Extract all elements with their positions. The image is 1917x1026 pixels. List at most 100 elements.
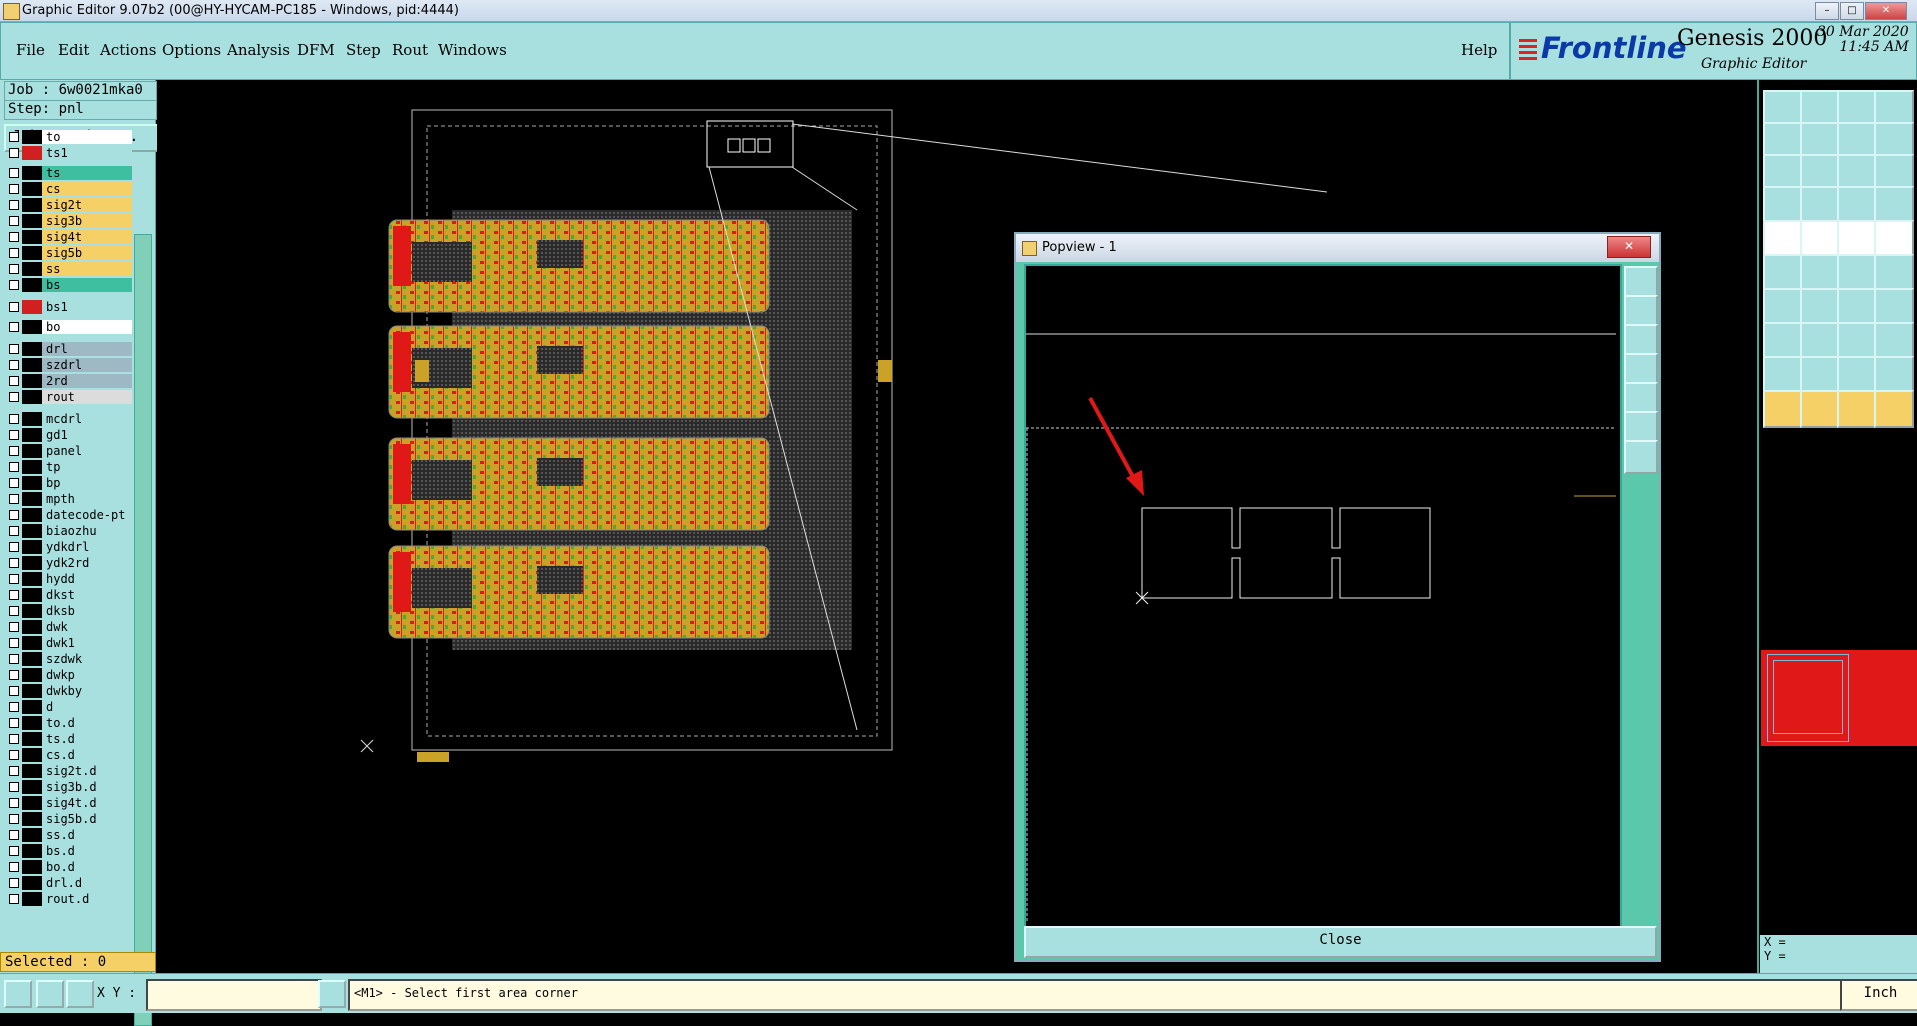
layer-checkbox[interactable] xyxy=(9,344,19,354)
layer-checkbox[interactable] xyxy=(9,392,19,402)
menu-step[interactable]: Step xyxy=(346,41,381,59)
layer-checkbox[interactable] xyxy=(9,798,19,808)
layer-checkbox[interactable] xyxy=(9,846,19,856)
minimize-button[interactable]: – xyxy=(1815,2,1839,20)
tool-button-16-icon[interactable] xyxy=(1874,186,1914,224)
navigation-thumbnail[interactable] xyxy=(1761,650,1917,746)
layer-checkbox[interactable] xyxy=(9,446,19,456)
layer-name[interactable]: dwk xyxy=(42,620,132,634)
layer-row-drl[interactable]: drl xyxy=(6,342,132,356)
layer-row-bo-d[interactable]: bo.d xyxy=(6,860,132,874)
layer-color-swatch[interactable] xyxy=(22,620,42,634)
layer-row-sig4t[interactable]: sig4t xyxy=(6,230,132,244)
layer-color-swatch[interactable] xyxy=(22,146,42,160)
layer-color-swatch[interactable] xyxy=(22,428,42,442)
layer-checkbox[interactable] xyxy=(9,510,19,520)
layer-checkbox[interactable] xyxy=(9,216,19,226)
layer-color-swatch[interactable] xyxy=(22,636,42,650)
layer-color-swatch[interactable] xyxy=(22,476,42,490)
layer-color-swatch[interactable] xyxy=(22,700,42,714)
layer-name[interactable]: to.d xyxy=(42,716,132,730)
layer-name[interactable]: bs xyxy=(42,278,132,292)
layer-row-bs[interactable]: bs xyxy=(6,278,132,292)
layer-color-swatch[interactable] xyxy=(22,262,42,276)
layer-color-swatch[interactable] xyxy=(22,166,42,180)
layer-checkbox[interactable] xyxy=(9,702,19,712)
layer-checkbox[interactable] xyxy=(9,766,19,776)
layer-name[interactable]: ts.d xyxy=(42,732,132,746)
text-cursor-icon[interactable] xyxy=(318,980,346,1008)
layer-checkbox[interactable] xyxy=(9,590,19,600)
tool-button-29-icon[interactable] xyxy=(1763,322,1803,360)
layer-color-swatch[interactable] xyxy=(22,540,42,554)
layer-checkbox[interactable] xyxy=(9,132,19,142)
tool-button-15-icon[interactable] xyxy=(1837,186,1877,224)
layer-row-to-d[interactable]: to.d xyxy=(6,716,132,730)
tool-button-30-icon[interactable] xyxy=(1800,322,1840,360)
layer-row-ts[interactable]: ts xyxy=(6,166,132,180)
layer-name[interactable]: gd1 xyxy=(42,428,132,442)
tool-button-36-icon[interactable] xyxy=(1874,356,1914,394)
layer-checkbox[interactable] xyxy=(9,526,19,536)
layer-row-sig2t-d[interactable]: sig2t.d xyxy=(6,764,132,778)
layer-color-swatch[interactable] xyxy=(22,278,42,292)
layer-name[interactable]: bs1 xyxy=(42,300,132,314)
layer-checkbox[interactable] xyxy=(9,894,19,904)
tool-button-14-icon[interactable] xyxy=(1800,186,1840,224)
xy-input[interactable] xyxy=(146,979,322,1011)
tool-button-13-icon[interactable] xyxy=(1763,186,1803,224)
layer-name[interactable]: ss xyxy=(42,262,132,276)
layer-color-swatch[interactable] xyxy=(22,652,42,666)
popview-canvas[interactable] xyxy=(1024,264,1622,928)
layer-row-sig5b-d[interactable]: sig5b.d xyxy=(6,812,132,826)
layer-name[interactable]: d xyxy=(42,700,132,714)
layer-row-szdrl[interactable]: szdrl xyxy=(6,358,132,372)
layer-color-swatch[interactable] xyxy=(22,230,42,244)
layer-name[interactable]: ts xyxy=(42,166,132,180)
layer-name[interactable]: sig2t.d xyxy=(42,764,132,778)
layer-name[interactable]: dwk1 xyxy=(42,636,132,650)
layer-row-to[interactable]: to xyxy=(6,130,132,144)
tool-button-18-icon[interactable] xyxy=(1800,220,1840,258)
tool-button-32-icon[interactable] xyxy=(1874,322,1914,360)
layer-name[interactable]: bo.d xyxy=(42,860,132,874)
layer-name[interactable]: rout xyxy=(42,390,132,404)
popview-close-button[interactable]: Close xyxy=(1024,926,1657,958)
layer-row-dwkby[interactable]: dwkby xyxy=(6,684,132,698)
menu-analysis[interactable]: Analysis xyxy=(227,41,290,59)
layer-checkbox[interactable] xyxy=(9,462,19,472)
layer-row-dkst[interactable]: dkst xyxy=(6,588,132,602)
layer-row-datecode-pt[interactable]: datecode-pt xyxy=(6,508,132,522)
layer-checkbox[interactable] xyxy=(9,638,19,648)
tool-button-33-icon[interactable] xyxy=(1763,356,1803,394)
status-tool-3-icon[interactable] xyxy=(66,980,94,1008)
layer-color-swatch[interactable] xyxy=(22,320,42,334)
layer-checkbox[interactable] xyxy=(9,670,19,680)
layer-checkbox[interactable] xyxy=(9,878,19,888)
layer-checkbox[interactable] xyxy=(9,184,19,194)
layer-row-ydk2rd[interactable]: ydk2rd xyxy=(6,556,132,570)
layer-row-panel[interactable]: panel xyxy=(6,444,132,458)
layer-row-ss-d[interactable]: ss.d xyxy=(6,828,132,842)
layer-color-swatch[interactable] xyxy=(22,844,42,858)
layer-checkbox[interactable] xyxy=(9,814,19,824)
layer-color-swatch[interactable] xyxy=(22,182,42,196)
layer-checkbox[interactable] xyxy=(9,654,19,664)
layer-name[interactable]: mpth xyxy=(42,492,132,506)
layer-name[interactable]: cs.d xyxy=(42,748,132,762)
layer-name[interactable]: ss.d xyxy=(42,828,132,842)
layer-color-swatch[interactable] xyxy=(22,812,42,826)
menu-windows[interactable]: Windows xyxy=(438,41,507,59)
layer-color-swatch[interactable] xyxy=(22,444,42,458)
tool-button-35-icon[interactable] xyxy=(1837,356,1877,394)
layer-row-biaozhu[interactable]: biaozhu xyxy=(6,524,132,538)
layer-name[interactable]: datecode-pt xyxy=(42,508,132,522)
tool-button-40-icon[interactable] xyxy=(1874,390,1914,428)
layer-row-ss[interactable]: ss xyxy=(6,262,132,276)
layer-row-hydd[interactable]: hydd xyxy=(6,572,132,586)
layer-row-2rd[interactable]: 2rd xyxy=(6,374,132,388)
layer-name[interactable]: tp xyxy=(42,460,132,474)
tool-button-19-icon[interactable] xyxy=(1837,220,1877,258)
layer-color-swatch[interactable] xyxy=(22,668,42,682)
layer-row-ydkdrl[interactable]: ydkdrl xyxy=(6,540,132,554)
